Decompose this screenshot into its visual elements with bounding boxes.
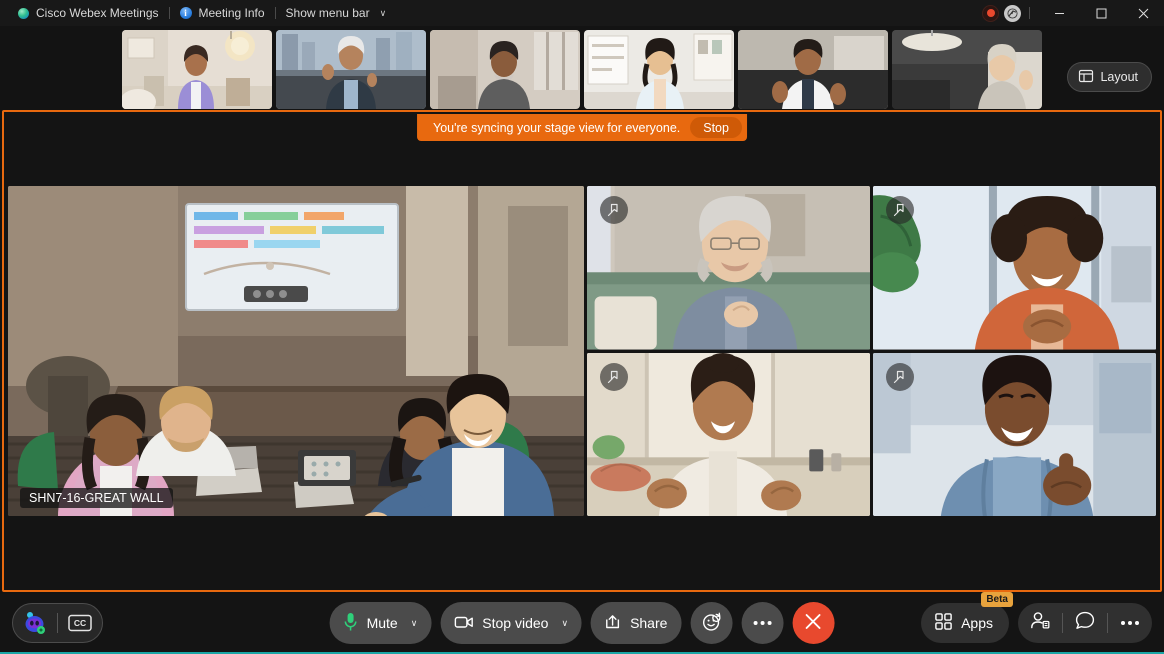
stage-video-bottom-right[interactable] — [873, 352, 1156, 516]
layout-button-label: Layout — [1100, 70, 1138, 84]
chat-button[interactable] — [1063, 603, 1107, 643]
stage-secondary-videos — [587, 186, 1156, 516]
apps-grid-icon — [935, 613, 952, 633]
stage-main-video[interactable]: SHN7-16-GREAT WALL — [8, 186, 584, 516]
app-title: Cisco Webex Meetings — [10, 0, 167, 26]
pin-to-stage-icon[interactable] — [886, 196, 914, 224]
participant-thumbnail-2[interactable] — [276, 29, 426, 109]
share-screen-icon — [605, 614, 621, 633]
title-divider-1 — [168, 7, 170, 19]
close-button[interactable] — [1122, 0, 1164, 26]
mute-button-label: Mute — [366, 615, 398, 631]
pin-to-stage-icon[interactable] — [600, 196, 628, 224]
end-meeting-button[interactable] — [792, 602, 835, 644]
participant-thumbnail-3[interactable] — [430, 29, 580, 109]
stage-video-grid: SHN7-16-GREAT WALL — [8, 186, 1156, 516]
stop-sync-button[interactable]: Stop — [690, 117, 742, 138]
show-menu-bar-button[interactable]: Show menu bar ∨ — [278, 0, 395, 26]
participants-icon — [1030, 611, 1050, 635]
minimize-button[interactable] — [1038, 0, 1080, 26]
title-divider-3 — [1029, 7, 1030, 19]
meeting-info-label: Meeting Info — [198, 6, 265, 20]
main-video-name-tag: SHN7-16-GREAT WALL — [20, 488, 173, 508]
stage-sync-banner: You're syncing your stage view for every… — [417, 114, 747, 141]
network-status-icon[interactable] — [1004, 4, 1021, 22]
title-divider-2 — [274, 7, 276, 19]
webex-ai-assistant-icon[interactable] — [13, 603, 57, 643]
maximize-button[interactable] — [1080, 0, 1122, 26]
info-icon — [179, 7, 192, 19]
panel-toggle-group — [1018, 603, 1152, 643]
more-options-button[interactable] — [741, 602, 784, 644]
primary-controls: Mute ∨ Stop video ∨ Share — [329, 602, 835, 644]
apps-beta-badge: Beta — [981, 592, 1013, 607]
reactions-smiley-icon — [701, 612, 721, 635]
assistant-group: CC — [12, 603, 103, 643]
more-options-right-icon — [1121, 621, 1139, 625]
apps-button-label: Apps — [961, 615, 993, 631]
webex-logo-icon — [18, 7, 29, 19]
title-bar: Cisco Webex Meetings Meeting Info Show m… — [0, 0, 1164, 26]
microphone-icon — [344, 612, 358, 635]
participant-thumbnail-1[interactable] — [122, 29, 272, 109]
stage-video-top-left[interactable] — [587, 186, 870, 350]
stop-video-label: Stop video — [482, 615, 549, 631]
recording-indicator-icon[interactable] — [982, 4, 999, 22]
meeting-info-button[interactable]: Meeting Info — [172, 0, 273, 26]
share-button[interactable]: Share — [591, 602, 682, 644]
more-options-right-button[interactable] — [1108, 603, 1152, 643]
mute-button[interactable]: Mute ∨ — [329, 602, 432, 644]
secondary-controls: Beta Apps — [921, 592, 1152, 643]
participant-filmstrip: Layout — [0, 26, 1164, 110]
pin-to-stage-icon[interactable] — [600, 362, 628, 391]
chat-bubble-icon — [1075, 611, 1095, 635]
closed-captions-icon[interactable]: CC — [58, 603, 102, 643]
more-options-icon — [753, 621, 772, 625]
end-meeting-icon — [805, 613, 822, 633]
show-menu-bar-label: Show menu bar — [285, 6, 370, 20]
layout-grid-icon — [1079, 69, 1094, 86]
participant-thumbnail-6[interactable] — [892, 29, 1042, 109]
apps-button[interactable]: Beta Apps — [921, 592, 1013, 643]
participants-button[interactable] — [1018, 603, 1062, 643]
stage-sync-message: You're syncing your stage view for every… — [433, 120, 681, 135]
app-title-label: Cisco Webex Meetings — [36, 6, 159, 20]
mute-dropdown-icon[interactable]: ∨ — [411, 618, 418, 629]
window-controls — [982, 0, 1164, 26]
chevron-down-icon: ∨ — [379, 7, 387, 18]
share-button-label: Share — [630, 615, 668, 631]
camera-icon — [454, 615, 473, 632]
stop-video-button[interactable]: Stop video ∨ — [440, 602, 583, 644]
participant-thumbnail-5[interactable] — [738, 29, 888, 109]
synced-stage-area: You're syncing your stage view for every… — [2, 110, 1162, 592]
webex-meetings-window: Cisco Webex Meetings Meeting Info Show m… — [0, 0, 1164, 654]
pin-to-stage-icon[interactable] — [886, 362, 914, 391]
stage-video-top-right[interactable] — [873, 186, 1156, 350]
svg-text:CC: CC — [74, 618, 86, 628]
layout-button[interactable]: Layout — [1067, 62, 1152, 92]
reactions-button[interactable] — [690, 602, 733, 644]
stage-video-bottom-left[interactable] — [587, 352, 870, 516]
meeting-control-bar: CC Mute ∨ Stop video ∨ Share Beta Apps — [0, 592, 1164, 652]
video-dropdown-icon[interactable]: ∨ — [561, 618, 568, 629]
participant-thumbnail-4[interactable] — [584, 29, 734, 109]
